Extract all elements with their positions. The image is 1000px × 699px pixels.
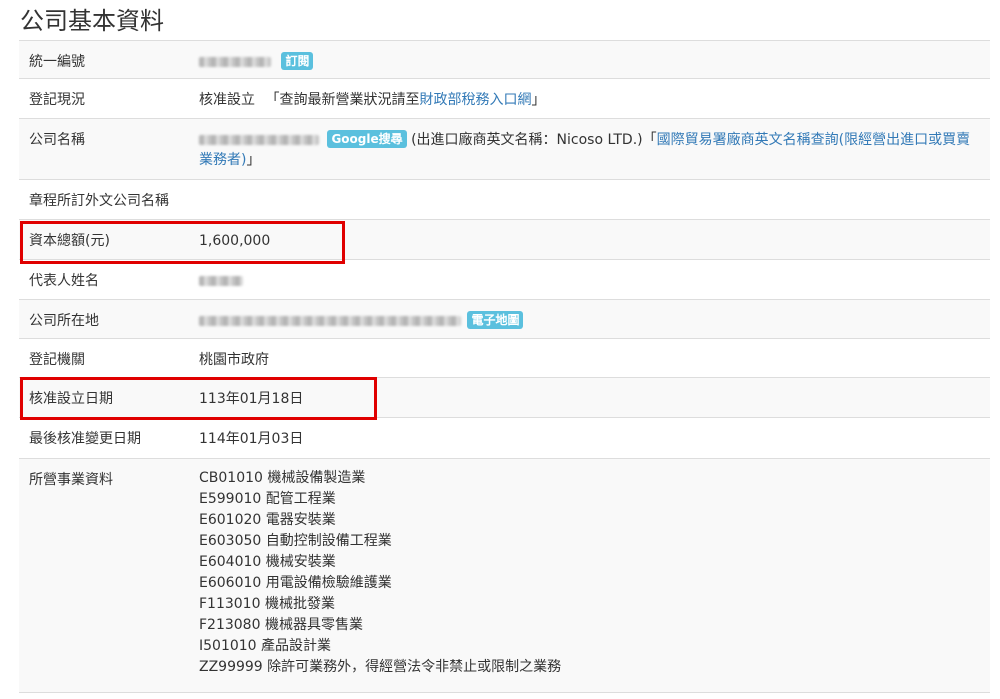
last-change-date-label: 最後核准變更日期 (29, 431, 141, 447)
row-tax-id: 統一編號 訂閱 (19, 40, 990, 79)
approval-date-value: 113年01月18日 (199, 391, 304, 407)
e-map-button[interactable]: 電子地圖 (467, 311, 524, 329)
representative-label: 代表人姓名 (29, 273, 99, 289)
list-item: E606010 用電設備檢驗維護業 (199, 575, 392, 591)
approval-date-label: 核准設立日期 (29, 391, 113, 407)
row-company-name: 公司名稱 Google搜尋 (出進口廠商英文名稱：Nicoso LTD.)「國際… (19, 118, 990, 180)
company-name-value-redacted (199, 135, 319, 145)
list-item: F213080 機械器具零售業 (199, 617, 363, 633)
list-item: CB01010 機械設備製造業 (199, 470, 366, 486)
google-search-button[interactable]: Google搜尋 (327, 130, 407, 148)
business-items-label: 所營事業資料 (29, 472, 113, 488)
row-approval-date: 核准設立日期 113年01月18日 (19, 377, 990, 418)
status-note-prefix: 「查詢最新營業狀況請至 (265, 92, 420, 108)
company-info-table: 統一編號 訂閱 登記現況 核准設立 「查詢最新營業狀況請至財政部稅務入口網」 公… (19, 40, 990, 693)
tax-portal-link[interactable]: 財政部稅務入口網 (419, 92, 531, 108)
status-label: 登記現況 (29, 92, 85, 108)
row-address: 公司所在地 電子地圖 (19, 299, 990, 339)
list-item: E604010 機械安裝業 (199, 554, 336, 570)
list-item: E603050 自動控制設備工程業 (199, 533, 392, 549)
row-foreign-name: 章程所訂外文公司名稱 (19, 179, 990, 220)
business-items-list: CB01010 機械設備製造業 E599010 配管工程業 E601020 電器… (199, 459, 990, 678)
status-value: 核准設立 (199, 92, 255, 108)
last-change-date-value: 114年01月03日 (199, 431, 304, 447)
list-item: F113010 機械批發業 (199, 596, 335, 612)
authority-label: 登記機關 (29, 352, 85, 368)
list-item: E599010 配管工程業 (199, 491, 336, 507)
row-last-change-date: 最後核准變更日期 114年01月03日 (19, 417, 990, 459)
page-title: 公司基本資料 (20, 7, 164, 35)
capital-value: 1,600,000 (199, 233, 271, 249)
row-business-items: 所營事業資料 CB01010 機械設備製造業 E599010 配管工程業 E60… (19, 458, 990, 693)
list-item: E601020 電器安裝業 (199, 512, 336, 528)
subscribe-button[interactable]: 訂閱 (281, 52, 314, 70)
row-status: 登記現況 核准設立 「查詢最新營業狀況請至財政部稅務入口網」 (19, 78, 990, 119)
representative-value-redacted (199, 276, 243, 286)
status-note-suffix: 」 (531, 92, 546, 108)
foreign-name-value (199, 180, 990, 191)
english-name-note: (出進口廠商英文名稱：Nicoso LTD.) (411, 132, 643, 148)
intl-link-suffix: 」 (246, 152, 261, 168)
row-representative: 代表人姓名 (19, 259, 990, 300)
authority-value: 桃園市政府 (199, 352, 269, 368)
list-item: ZZ99999 除許可業務外，得經營法令非禁止或限制之業務 (199, 659, 562, 675)
row-authority: 登記機關 桃園市政府 (19, 338, 990, 378)
capital-label: 資本總額(元) (29, 233, 110, 249)
address-value-redacted (199, 316, 461, 326)
foreign-name-label: 章程所訂外文公司名稱 (29, 193, 169, 209)
row-capital: 資本總額(元) 1,600,000 (19, 219, 990, 260)
intl-link-prefix: 「 (642, 132, 657, 148)
list-item: I501010 產品設計業 (199, 638, 332, 654)
address-label: 公司所在地 (29, 313, 99, 329)
tax-id-value-redacted (199, 57, 271, 67)
tax-id-label: 統一編號 (29, 54, 85, 70)
company-name-label: 公司名稱 (29, 132, 85, 148)
